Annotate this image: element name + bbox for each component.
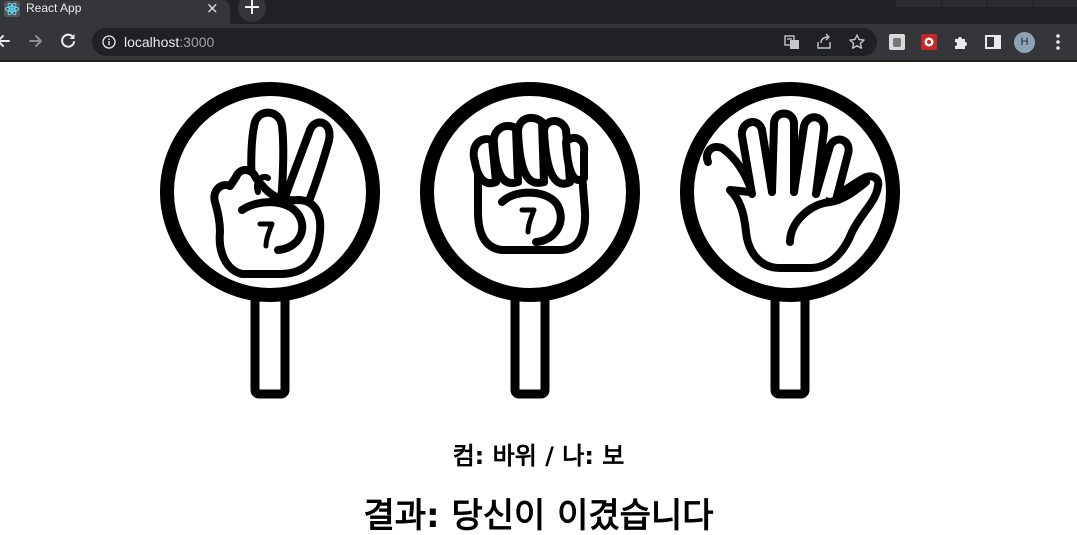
- url-host: localhost: [124, 34, 180, 50]
- reload-icon[interactable]: [57, 30, 79, 52]
- star-icon[interactable]: [848, 33, 866, 51]
- address-bar[interactable]: localhost:3000: [92, 28, 877, 56]
- window-control[interactable]: [988, 0, 1033, 7]
- extension-icon[interactable]: [888, 33, 906, 51]
- puzzle-icon[interactable]: [952, 33, 970, 51]
- tab-title: React App: [26, 1, 82, 15]
- window-control[interactable]: [896, 0, 941, 7]
- paper-button[interactable]: [680, 82, 900, 400]
- share-icon[interactable]: [815, 33, 833, 51]
- window-control[interactable]: [942, 0, 987, 7]
- info-icon[interactable]: [102, 35, 116, 49]
- side-panel-icon[interactable]: [984, 33, 1002, 51]
- tab-strip: React App × +: [0, 0, 1077, 24]
- url-port: :3000: [179, 34, 215, 50]
- url-text: localhost:3000: [124, 33, 214, 51]
- extension-icon[interactable]: [920, 33, 938, 51]
- paper-icon: [680, 82, 900, 399]
- scissors-button[interactable]: [160, 82, 380, 400]
- rock-button[interactable]: [420, 82, 640, 400]
- translate-icon[interactable]: [783, 33, 801, 51]
- back-icon[interactable]: [0, 30, 14, 52]
- window-control[interactable]: [1034, 0, 1077, 7]
- react-logo-icon: [4, 1, 20, 17]
- new-tab-button[interactable]: +: [238, 0, 266, 22]
- profile-avatar[interactable]: H: [1014, 32, 1035, 53]
- menu-icon[interactable]: [1051, 33, 1065, 51]
- toolbar-divider: [0, 60, 1077, 62]
- forward-icon[interactable]: [25, 30, 47, 52]
- picks-text: 컴: 바위 / 나: 보: [452, 442, 625, 470]
- browser-tab[interactable]: React App ×: [0, 0, 230, 24]
- result-text: 결과: 당신이 이겼습니다: [363, 496, 714, 535]
- tab-close-icon[interactable]: ×: [206, 0, 219, 16]
- scissors-icon: [160, 82, 380, 399]
- rock-icon: [420, 82, 640, 399]
- browser-toolbar: localhost:3000 H: [0, 24, 1077, 60]
